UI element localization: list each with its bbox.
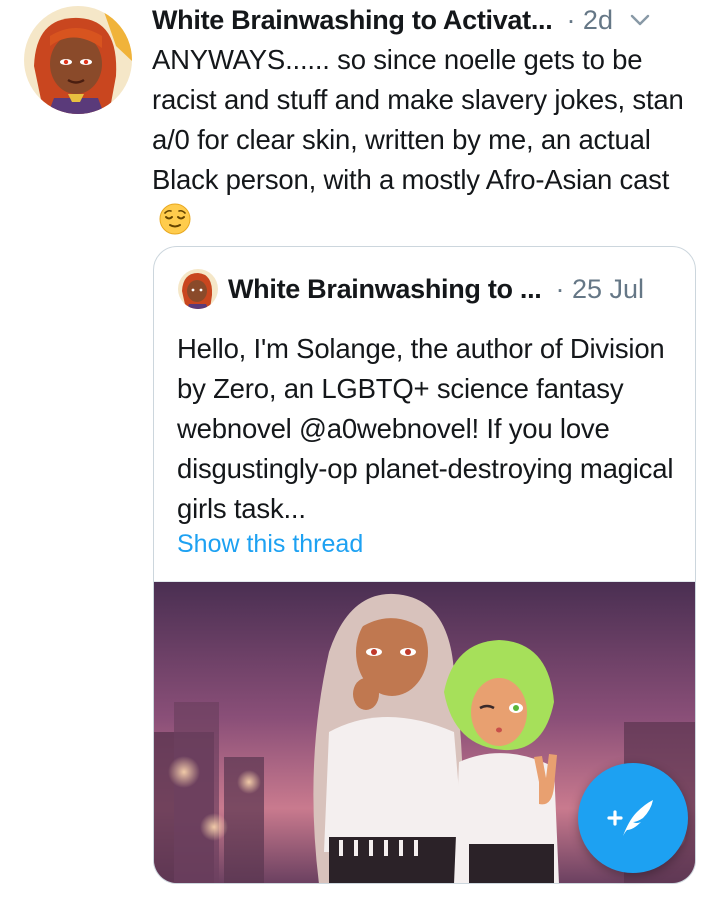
tweet-header: White Brainwashing to Activat... · 2d [152, 2, 697, 38]
tweet-body: ANYWAYS...... so since noelle gets to be… [152, 40, 697, 240]
quoted-author-avatar [178, 269, 218, 309]
compose-tweet-icon [607, 800, 653, 836]
author-avatar[interactable] [24, 6, 132, 114]
chevron-down-icon[interactable] [627, 7, 653, 33]
quoted-author-name: White Brainwashing to ... [228, 273, 542, 304]
tweet-timestamp[interactable]: · 2d [566, 5, 613, 36]
tweet-text: ANYWAYS...... so since noelle gets to be… [152, 44, 684, 195]
relieved-face-icon [158, 202, 192, 236]
quoted-tweet-timestamp: · 25 Jul [555, 273, 645, 304]
show-thread-link[interactable]: Show this thread [177, 530, 363, 559]
quoted-tweet-header: White Brainwashing to ... · 25 Jul [178, 267, 644, 311]
quoted-tweet-text: Hello, I'm Solange, the author of Divisi… [177, 333, 674, 524]
compose-tweet-button[interactable] [578, 763, 688, 873]
author-name[interactable]: White Brainwashing to Activat... [152, 5, 552, 36]
